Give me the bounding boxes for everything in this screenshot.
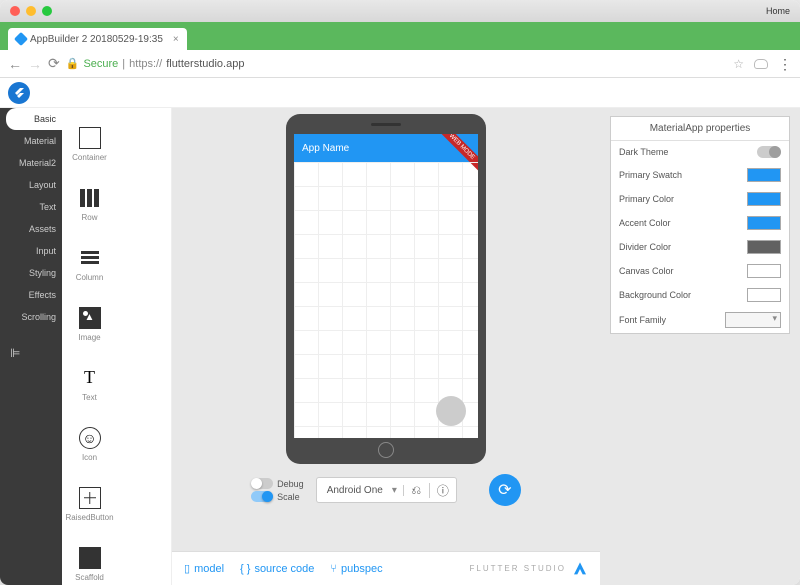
- tab-close-icon[interactable]: ×: [173, 34, 179, 45]
- rotate-icon[interactable]: ⎌: [404, 483, 430, 498]
- back-icon[interactable]: ←: [8, 56, 22, 72]
- phone-icon: ▯: [184, 562, 190, 575]
- maximize-icon[interactable]: [42, 6, 52, 16]
- menu-icon[interactable]: ⋮: [778, 60, 792, 68]
- category-sidebar: BasicMaterialMaterial2LayoutTextAssetsIn…: [0, 78, 62, 585]
- prop-dark-theme: Dark Theme: [611, 141, 789, 163]
- browser-tab[interactable]: AppBuilder 2 20180529-19:35 ×: [8, 28, 187, 50]
- phone-screen[interactable]: App Name WEB MODE: [294, 134, 478, 438]
- flutter-logo-icon: [572, 561, 588, 577]
- canvas-controls: Debug Scale Android One ⎌ ⓘ ⟳: [251, 474, 521, 506]
- menu-home[interactable]: Home: [766, 6, 790, 16]
- prop-primary-color: Primary Color: [611, 187, 789, 211]
- properties-title: MaterialApp properties: [611, 117, 789, 141]
- bottom-tabs: ▯model { }source code ⑂pubspec FLUTTER S…: [172, 551, 600, 585]
- sidebar-item-assets[interactable]: Assets: [0, 218, 62, 240]
- cloud-icon[interactable]: [754, 59, 768, 69]
- favicon-icon: [14, 32, 28, 46]
- info-icon[interactable]: ⓘ: [430, 482, 456, 499]
- switch-icon[interactable]: [757, 146, 781, 158]
- font-select[interactable]: [725, 312, 781, 328]
- scale-toggle[interactable]: Scale: [251, 491, 304, 502]
- app-topbar: [0, 78, 800, 108]
- sidebar-item-scrolling[interactable]: Scrolling: [0, 306, 62, 328]
- switch-icon[interactable]: [251, 478, 273, 489]
- close-icon[interactable]: [10, 6, 20, 16]
- sidebar-item-material2[interactable]: Material2: [0, 152, 62, 174]
- color-swatch[interactable]: [747, 240, 781, 254]
- tab-source-code[interactable]: { }source code: [240, 563, 314, 575]
- bookmark-icon[interactable]: ☆: [733, 57, 744, 71]
- prop-font-family: Font Family: [611, 307, 789, 333]
- sidebar-item-basic[interactable]: Basic: [6, 108, 62, 130]
- refresh-button[interactable]: ⟳: [489, 474, 521, 506]
- color-swatch[interactable]: [747, 192, 781, 206]
- browser-tabbar: AppBuilder 2 20180529-19:35 ×: [0, 22, 800, 50]
- code-icon: { }: [240, 563, 250, 575]
- sidebar-item-material[interactable]: Material: [0, 130, 62, 152]
- app-logo[interactable]: [8, 82, 30, 104]
- debug-toggle[interactable]: Debug: [251, 478, 304, 489]
- palette-row[interactable]: Row: [62, 174, 117, 234]
- color-swatch[interactable]: [747, 216, 781, 230]
- prop-canvas-color: Canvas Color: [611, 259, 789, 283]
- palette-text[interactable]: TText: [62, 354, 117, 414]
- device-select[interactable]: Android One: [317, 485, 404, 496]
- phone-speaker: [371, 123, 401, 126]
- sidebar-item-layout[interactable]: Layout: [0, 174, 62, 196]
- prop-accent-color: Accent Color: [611, 211, 789, 235]
- minimize-icon[interactable]: [26, 6, 36, 16]
- tab-title: AppBuilder 2 20180529-19:35: [30, 34, 163, 45]
- phone-frame: App Name WEB MODE: [286, 114, 486, 464]
- url-display[interactable]: 🔒 Secure | https://flutterstudio.app: [66, 57, 245, 70]
- prop-divider-color: Divider Color: [611, 235, 789, 259]
- palette-icon[interactable]: ☺Icon: [62, 414, 117, 474]
- branch-icon: ⑂: [330, 563, 337, 575]
- prop-background-color: Background Color: [611, 283, 789, 307]
- phone-home-icon: [378, 442, 394, 458]
- properties-panel: MaterialApp properties Dark ThemePrimary…: [600, 78, 800, 585]
- device-selector[interactable]: Android One ⎌ ⓘ: [316, 477, 457, 503]
- tab-model[interactable]: ▯model: [184, 562, 224, 575]
- sidebar-item-effects[interactable]: Effects: [0, 284, 62, 306]
- preview-appbar-title: App Name: [302, 143, 349, 154]
- prop-primary-swatch: Primary Swatch: [611, 163, 789, 187]
- tab-pubspec[interactable]: ⑂pubspec: [330, 563, 382, 575]
- forward-icon: →: [28, 56, 42, 72]
- switch-icon[interactable]: [251, 491, 273, 502]
- macos-titlebar: Home: [0, 0, 800, 22]
- tree-icon[interactable]: ⊫: [0, 340, 62, 360]
- palette-raisedbutton[interactable]: RaisedButton: [62, 474, 117, 534]
- component-palette: ContainerRowColumn▲ImageTText☺IconRaised…: [62, 78, 172, 585]
- sidebar-item-text[interactable]: Text: [0, 196, 62, 218]
- sidebar-item-input[interactable]: Input: [0, 240, 62, 262]
- sidebar-item-styling[interactable]: Styling: [0, 262, 62, 284]
- preview-fab[interactable]: [436, 396, 466, 426]
- brand-label: FLUTTER STUDIO: [470, 561, 588, 577]
- lock-icon: 🔒: [66, 57, 80, 70]
- palette-scaffold[interactable]: Scaffold: [62, 534, 117, 585]
- palette-image[interactable]: ▲Image: [62, 294, 117, 354]
- palette-column[interactable]: Column: [62, 234, 117, 294]
- reload-icon[interactable]: ⟳: [48, 55, 60, 72]
- palette-container[interactable]: Container: [62, 114, 117, 174]
- browser-address-bar: ← → ⟳ 🔒 Secure | https://flutterstudio.a…: [0, 50, 800, 78]
- design-canvas: App Name WEB MODE Debug Scale: [172, 78, 600, 585]
- color-swatch[interactable]: [747, 264, 781, 278]
- color-swatch[interactable]: [747, 288, 781, 302]
- color-swatch[interactable]: [747, 168, 781, 182]
